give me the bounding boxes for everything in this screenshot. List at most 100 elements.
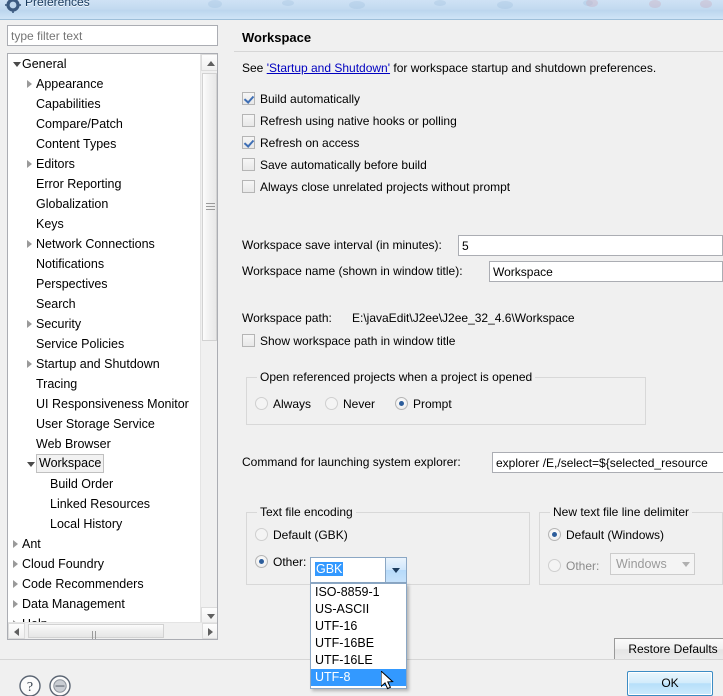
sidebar-item-perspectives[interactable]: Perspectives [8, 274, 202, 294]
tree-spacer-icon [40, 494, 50, 514]
open-referenced-always-radio[interactable] [255, 397, 268, 410]
open-referenced-prompt-radio[interactable] [395, 397, 408, 410]
sidebar-item-cloud-foundry[interactable]: Cloud Foundry [8, 554, 202, 574]
explorer-command-input[interactable] [492, 452, 723, 473]
window-title: Preferences [25, 0, 90, 9]
encoding-default-radio[interactable] [255, 528, 268, 541]
tree-expanded-icon[interactable] [12, 54, 22, 74]
restore-defaults-button[interactable]: Restore Defaults [614, 638, 723, 661]
sidebar-item-user-storage-service[interactable]: User Storage Service [8, 414, 202, 434]
sidebar-item-linked-resources[interactable]: Linked Resources [8, 494, 202, 514]
sidebar-item-workspace[interactable]: Workspace [8, 454, 202, 474]
checkbox-row-always-close-unrelated-projects-without-prompt[interactable]: Always close unrelated projects without … [242, 178, 510, 196]
workspace-name-input[interactable] [489, 261, 723, 282]
line-delimiter-combo[interactable]: Windows [610, 553, 695, 575]
tree-vertical-scroll-thumb[interactable] [202, 73, 217, 341]
sidebar-item-globalization[interactable]: Globalization [8, 194, 202, 214]
dropdown-option-utf-16le[interactable]: UTF-16LE [311, 652, 406, 669]
encoding-other-radio[interactable] [255, 555, 268, 568]
tree-horizontal-scroll-thumb[interactable] [28, 624, 164, 639]
filter-input[interactable] [7, 25, 218, 46]
checkbox-row-build-automatically[interactable]: Build automatically [242, 90, 360, 108]
dropdown-option-utf-16[interactable]: UTF-16 [311, 618, 406, 635]
sidebar-item-editors[interactable]: Editors [8, 154, 202, 174]
sidebar-item-code-recommenders[interactable]: Code Recommenders [8, 574, 202, 594]
tree-expanded-icon[interactable] [26, 454, 36, 474]
scroll-right-arrow-icon[interactable] [202, 623, 217, 639]
apply-circle-icon[interactable] [48, 674, 72, 696]
sidebar-item-startup-and-shutdown[interactable]: Startup and Shutdown [8, 354, 202, 374]
checkbox-row-refresh-on-access[interactable]: Refresh on access [242, 134, 359, 152]
sidebar-item-local-history[interactable]: Local History [8, 514, 202, 534]
checkbox-row-save-automatically-before-build[interactable]: Save automatically before build [242, 156, 427, 174]
startup-shutdown-link[interactable]: 'Startup and Shutdown' [267, 61, 390, 75]
sidebar-item-ui-responsiveness-monitor[interactable]: UI Responsiveness Monitor [8, 394, 202, 414]
tree-collapsed-icon[interactable] [26, 354, 36, 374]
save-interval-input[interactable] [458, 235, 723, 256]
sidebar-item-ant[interactable]: Ant [8, 534, 202, 554]
open-referenced-never-radio[interactable] [325, 397, 338, 410]
ok-button[interactable]: OK [627, 671, 713, 696]
scroll-up-arrow-icon[interactable] [201, 54, 217, 71]
tree-collapsed-icon[interactable] [26, 314, 36, 334]
sidebar-item-keys[interactable]: Keys [8, 214, 202, 234]
dropdown-option-us-ascii[interactable]: US-ASCII [311, 601, 406, 618]
tree-vertical-scrollbar[interactable] [200, 54, 217, 624]
checkbox-checked-icon[interactable] [242, 92, 255, 105]
encoding-other-radio-row[interactable]: Other: [255, 553, 306, 571]
open-referenced-always-radio-row[interactable]: Always [255, 395, 311, 413]
sidebar-item-tracing[interactable]: Tracing [8, 374, 202, 394]
checkbox-label: Refresh using native hooks or polling [260, 114, 457, 128]
sidebar-item-compare-patch[interactable]: Compare/Patch [8, 114, 202, 134]
tree-spacer-icon [26, 394, 36, 414]
encoding-combo[interactable]: GBK [310, 557, 407, 583]
sidebar-item-label: General [22, 57, 67, 71]
sidebar-item-network-connections[interactable]: Network Connections [8, 234, 202, 254]
sidebar-item-service-policies[interactable]: Service Policies [8, 334, 202, 354]
sidebar-item-content-types[interactable]: Content Types [8, 134, 202, 154]
checkbox-unchecked-icon[interactable] [242, 180, 255, 193]
tree-collapsed-icon[interactable] [12, 594, 22, 614]
chevron-down-icon[interactable] [676, 554, 694, 574]
checkbox-checked-icon[interactable] [242, 136, 255, 149]
checkbox-unchecked-icon[interactable] [242, 158, 255, 171]
sidebar-item-build-order[interactable]: Build Order [8, 474, 202, 494]
tree-collapsed-icon[interactable] [12, 554, 22, 574]
sidebar-item-search[interactable]: Search [8, 294, 202, 314]
dropdown-option-utf-16be[interactable]: UTF-16BE [311, 635, 406, 652]
tree-collapsed-icon[interactable] [26, 74, 36, 94]
question-mark-icon[interactable]: ? [18, 674, 42, 696]
preferences-tree-panel: General Appearance Capabilities Compare/Pat… [7, 25, 225, 654]
open-referenced-prompt-radio-row[interactable]: Prompt [395, 395, 452, 413]
sidebar-item-general[interactable]: General [8, 54, 202, 74]
sidebar-item-error-reporting[interactable]: Error Reporting [8, 174, 202, 194]
encoding-default-radio-row[interactable]: Default (GBK) [255, 526, 348, 544]
sidebar-item-capabilities[interactable]: Capabilities [8, 94, 202, 114]
tree-collapsed-icon[interactable] [12, 534, 22, 554]
dropdown-option-iso-8859-1[interactable]: ISO-8859-1 [311, 584, 406, 601]
tree-collapsed-icon[interactable] [26, 234, 36, 254]
delimiter-other-radio[interactable] [548, 559, 561, 572]
sidebar-item-notifications[interactable]: Notifications [8, 254, 202, 274]
sidebar-item-label: Service Policies [36, 337, 125, 351]
delimiter-default-radio-row[interactable]: Default (Windows) [548, 526, 664, 544]
delimiter-default-radio[interactable] [548, 528, 561, 541]
intro-suffix: for workspace startup and shutdown prefe… [390, 61, 657, 75]
tree-collapsed-icon[interactable] [12, 574, 22, 594]
sidebar-item-data-management[interactable]: Data Management [8, 594, 202, 614]
show-workspace-path-checkbox[interactable] [242, 334, 255, 347]
show-workspace-path-checkbox-row[interactable]: Show workspace path in window title [242, 332, 455, 350]
delimiter-other-radio-row[interactable]: Other: [548, 557, 599, 575]
tree-collapsed-icon[interactable] [26, 154, 36, 174]
checkbox-row-refresh-using-native-hooks-or-polling[interactable]: Refresh using native hooks or polling [242, 112, 457, 130]
tree-horizontal-scrollbar[interactable] [8, 622, 217, 639]
sidebar-item-web-browser[interactable]: Web Browser [8, 434, 202, 454]
workspace-preference-page: Workspace See 'Startup and Shutdown' for… [234, 25, 723, 654]
chevron-down-icon[interactable] [385, 558, 406, 582]
checkbox-unchecked-icon[interactable] [242, 114, 255, 127]
scroll-left-arrow-icon[interactable] [8, 623, 25, 639]
open-referenced-never-radio-row[interactable]: Never [325, 395, 375, 413]
sidebar-item-security[interactable]: Security [8, 314, 202, 334]
sidebar-item-appearance[interactable]: Appearance [8, 74, 202, 94]
preferences-tree[interactable]: General Appearance Capabilities Compare/Pat… [7, 53, 218, 640]
